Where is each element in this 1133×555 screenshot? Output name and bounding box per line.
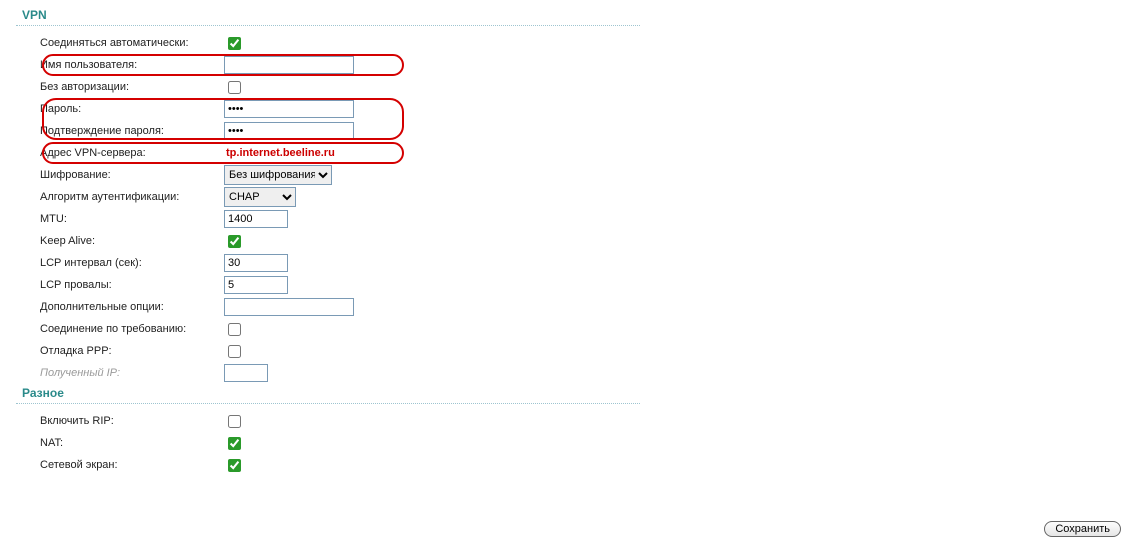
row-encryption: Шифрование: Без шифрования — [16, 164, 640, 186]
row-extra-opts: Дополнительные опции: — [16, 296, 640, 318]
no-auth-checkbox[interactable] — [228, 81, 241, 94]
divider — [16, 403, 640, 404]
auth-algo-select[interactable]: CHAP — [224, 187, 296, 207]
password-confirm-label: Подтверждение пароля: — [16, 125, 224, 137]
save-button[interactable]: Сохранить — [1044, 521, 1121, 537]
password-confirm-input[interactable] — [224, 122, 354, 140]
divider — [16, 25, 640, 26]
ppp-debug-checkbox[interactable] — [228, 345, 241, 358]
password-input[interactable] — [224, 100, 354, 118]
received-ip-label: Полученный IP: — [16, 367, 224, 379]
password-highlight: Пароль: Подтверждение пароля: — [16, 98, 640, 142]
encryption-select[interactable]: Без шифрования — [224, 165, 332, 185]
row-auto-connect: Соединяться автоматически: — [16, 32, 640, 54]
row-lcp-interval: LCP интервал (сек): — [16, 252, 640, 274]
row-firewall: Сетевой экран: — [16, 454, 640, 476]
ppp-debug-label: Отладка PPP: — [16, 345, 224, 357]
settings-form: VPN Соединяться автоматически: Имя польз… — [0, 0, 640, 476]
vpn-server-value: tp.internet.beeline.ru — [224, 147, 335, 159]
received-ip-input — [224, 364, 268, 382]
vpn-server-highlight: Адрес VPN-сервера: tp.internet.beeline.r… — [16, 142, 640, 164]
row-mtu: MTU: — [16, 208, 640, 230]
on-demand-checkbox[interactable] — [228, 323, 241, 336]
firewall-label: Сетевой экран: — [16, 459, 224, 471]
lcp-interval-label: LCP интервал (сек): — [16, 257, 224, 269]
row-vpn-server: Адрес VPN-сервера: tp.internet.beeline.r… — [16, 142, 640, 164]
username-input[interactable] — [224, 56, 354, 74]
username-highlight: Имя пользователя: — [16, 54, 640, 76]
on-demand-label: Соединение по требованию: — [16, 323, 224, 335]
password-label: Пароль: — [16, 103, 224, 115]
row-on-demand: Соединение по требованию: — [16, 318, 640, 340]
lcp-fails-input[interactable] — [224, 276, 288, 294]
vpn-server-label: Адрес VPN-сервера: — [16, 147, 224, 159]
row-keep-alive: Keep Alive: — [16, 230, 640, 252]
keep-alive-label: Keep Alive: — [16, 235, 224, 247]
row-username: Имя пользователя: — [16, 54, 640, 76]
row-ppp-debug: Отладка PPP: — [16, 340, 640, 362]
lcp-interval-input[interactable] — [224, 254, 288, 272]
mtu-label: MTU: — [16, 213, 224, 225]
extra-opts-label: Дополнительные опции: — [16, 301, 224, 313]
nat-checkbox[interactable] — [228, 437, 241, 450]
username-label: Имя пользователя: — [16, 59, 224, 71]
misc-section-title: Разное — [16, 384, 640, 402]
mtu-input[interactable] — [224, 210, 288, 228]
enable-rip-checkbox[interactable] — [228, 415, 241, 428]
row-password-confirm: Подтверждение пароля: — [16, 120, 640, 142]
row-enable-rip: Включить RIP: — [16, 410, 640, 432]
nat-label: NAT: — [16, 437, 224, 449]
enable-rip-label: Включить RIP: — [16, 415, 224, 427]
auto-connect-checkbox[interactable] — [228, 37, 241, 50]
auth-algo-label: Алгоритм аутентификации: — [16, 191, 224, 203]
firewall-checkbox[interactable] — [228, 459, 241, 472]
keep-alive-checkbox[interactable] — [228, 235, 241, 248]
row-password: Пароль: — [16, 98, 640, 120]
row-nat: NAT: — [16, 432, 640, 454]
encryption-label: Шифрование: — [16, 169, 224, 181]
no-auth-label: Без авторизации: — [16, 81, 224, 93]
row-received-ip: Полученный IP: — [16, 362, 640, 384]
lcp-fails-label: LCP провалы: — [16, 279, 224, 291]
row-no-auth: Без авторизации: — [16, 76, 640, 98]
auto-connect-label: Соединяться автоматически: — [16, 37, 224, 49]
row-lcp-fails: LCP провалы: — [16, 274, 640, 296]
row-auth-algo: Алгоритм аутентификации: CHAP — [16, 186, 640, 208]
vpn-section-title: VPN — [16, 6, 640, 24]
extra-opts-input[interactable] — [224, 298, 354, 316]
